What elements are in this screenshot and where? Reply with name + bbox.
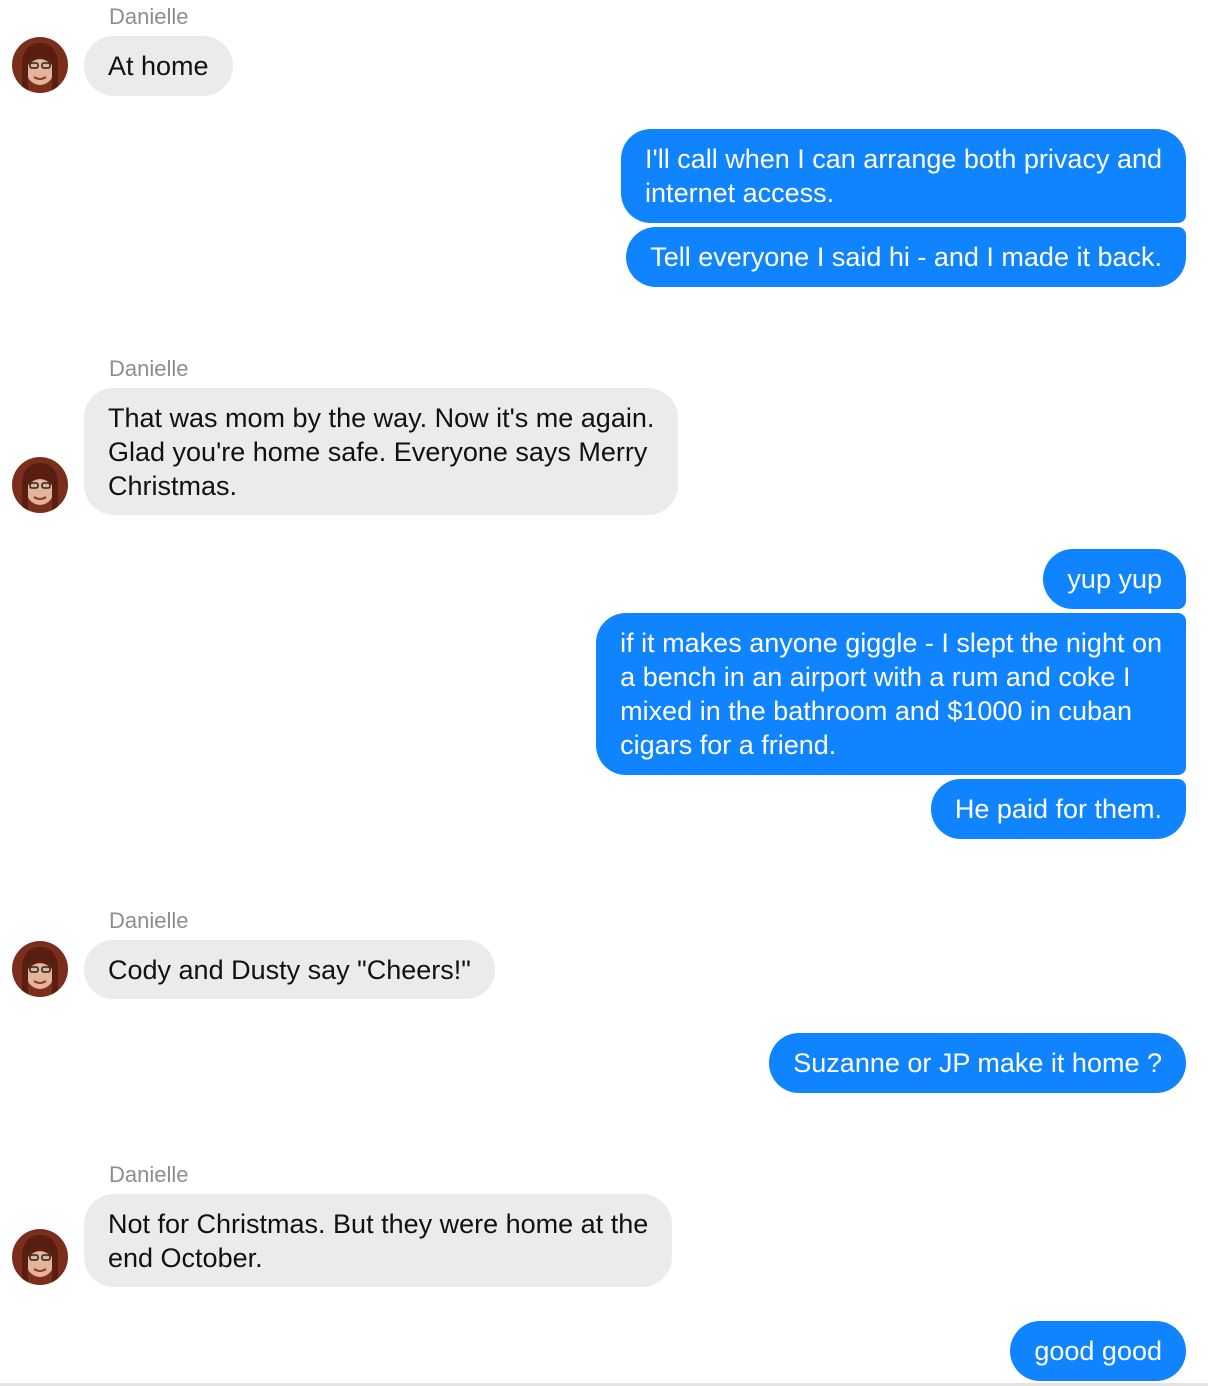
contact-photo-icon — [12, 457, 68, 513]
message-bubble-outgoing[interactable]: if it makes anyone giggle - I slept the … — [596, 613, 1186, 775]
message-text: mixed in the bathroom and $1000 in cuban — [620, 696, 1133, 726]
message-text: I'll call when I can arrange both privac… — [645, 144, 1162, 174]
message-text: At home — [108, 51, 209, 81]
avatar[interactable] — [12, 457, 68, 513]
message-bubble-outgoing[interactable]: Suzanne or JP make it home ? — [769, 1033, 1186, 1093]
sender-name: Danielle — [109, 4, 189, 29]
message-text: That was mom by the way. Now it's me aga… — [108, 403, 655, 433]
contact-photo-icon — [12, 941, 68, 997]
message-bubble-outgoing[interactable]: yup yup — [1043, 549, 1186, 609]
message-text: Cody and Dusty say "Cheers!" — [108, 955, 471, 985]
message-text: a bench in an airport with a rum and cok… — [620, 662, 1131, 692]
avatar[interactable] — [12, 1229, 68, 1285]
message-text: cigars for a friend. — [620, 730, 837, 760]
message-text: yup yup — [1067, 564, 1162, 594]
sender-name: Danielle — [109, 1162, 189, 1187]
message-bubble-outgoing[interactable]: Tell everyone I said hi - and I made it … — [626, 227, 1186, 287]
message-text: Not for Christmas. But they were home at… — [108, 1209, 649, 1239]
avatar[interactable] — [12, 37, 68, 93]
message-text: Christmas. — [108, 471, 238, 501]
contact-photo-icon — [12, 37, 68, 93]
message-text: if it makes anyone giggle - I slept the … — [620, 628, 1162, 658]
message-text: end October. — [108, 1243, 263, 1273]
message-text: internet access. — [645, 178, 835, 208]
message-bubble-outgoing[interactable]: good good — [1010, 1321, 1186, 1381]
avatar[interactable] — [12, 941, 68, 997]
sender-name: Danielle — [109, 356, 189, 381]
message-text: Suzanne or JP make it home ? — [793, 1048, 1162, 1078]
message-bubble-incoming[interactable]: At home — [84, 36, 233, 96]
message-bubble-incoming[interactable]: That was mom by the way. Now it's me aga… — [84, 388, 679, 515]
contact-photo-icon — [12, 1229, 68, 1285]
message-bubble-outgoing[interactable]: He paid for them. — [930, 779, 1186, 839]
message-bubble-incoming[interactable]: Not for Christmas. But they were home at… — [84, 1194, 673, 1287]
message-text: Glad you're home safe. Everyone says Mer… — [108, 437, 648, 467]
message-bubble-outgoing[interactable]: I'll call when I can arrange both privac… — [621, 129, 1186, 223]
message-text: He paid for them. — [954, 794, 1162, 824]
message-text: Tell everyone I said hi - and I made it … — [650, 242, 1162, 272]
sender-name: Danielle — [109, 908, 189, 933]
message-bubble-incoming[interactable]: Cody and Dusty say "Cheers!" — [84, 940, 495, 999]
message-text: good good — [1034, 1336, 1162, 1366]
